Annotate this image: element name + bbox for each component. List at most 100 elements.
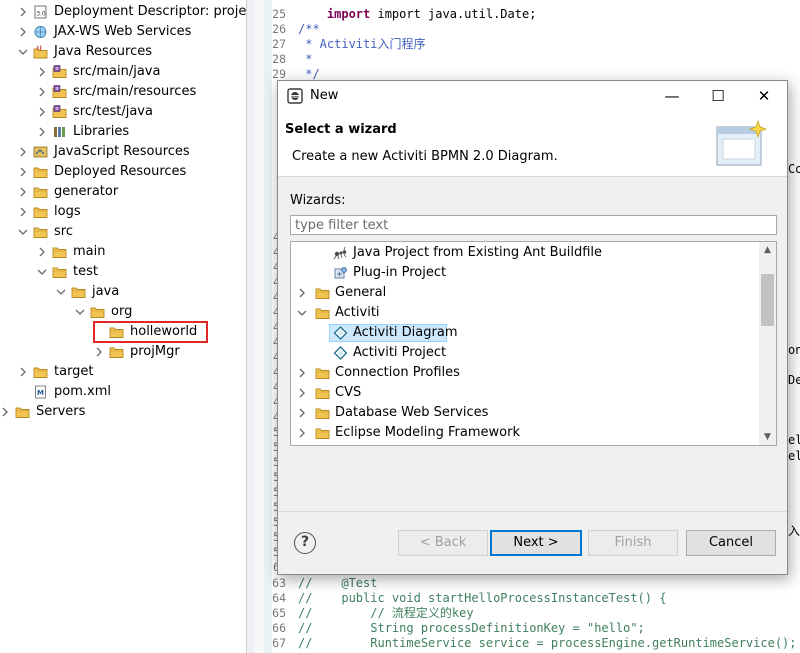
next-button[interactable]: Next > bbox=[490, 530, 582, 556]
wizard-item-activiti-diagram[interactable]: Activiti Diagram bbox=[291, 323, 759, 343]
chevron-right-icon[interactable] bbox=[18, 22, 30, 42]
wizard-item-activiti[interactable]: Activiti bbox=[291, 303, 759, 323]
scroll-down-arrow-icon[interactable]: ▼ bbox=[759, 429, 776, 445]
line-number: 67 bbox=[272, 636, 286, 650]
dialog-button-bar: ? < Back Next > Finish Cancel bbox=[278, 511, 787, 574]
chevron-right-icon[interactable] bbox=[18, 142, 30, 162]
explorer-item-src-test-java[interactable]: src/test/java bbox=[0, 102, 246, 122]
folder-icon bbox=[315, 406, 330, 420]
explorer-item-label: test bbox=[73, 264, 98, 279]
explorer-item-src-main-resources[interactable]: src/main/resources bbox=[0, 82, 246, 102]
chevron-down-icon[interactable] bbox=[18, 42, 30, 62]
chevron-right-icon[interactable] bbox=[18, 2, 30, 22]
explorer-item-src-main-java[interactable]: src/main/java bbox=[0, 62, 246, 82]
wizard-tree[interactable]: Java Project from Existing Ant Buildfile… bbox=[290, 241, 777, 446]
explorer-item-deployed-resources[interactable]: Deployed Resources bbox=[0, 162, 246, 182]
chevron-right-icon[interactable] bbox=[18, 182, 30, 202]
wizard-item-eclipse-modeling-framework[interactable]: Eclipse Modeling Framework bbox=[291, 423, 759, 443]
wizard-item-label: CVS bbox=[335, 385, 362, 400]
explorer-item-label: JAX-WS Web Services bbox=[54, 24, 192, 39]
close-button[interactable]: ✕ bbox=[741, 81, 787, 111]
wizard-filter-input[interactable] bbox=[290, 215, 777, 235]
source-folder-icon bbox=[52, 65, 67, 79]
code-line: 67 // RuntimeService service = processEng… bbox=[254, 636, 796, 651]
explorer-item-java-resources[interactable]: Java Resources bbox=[0, 42, 246, 62]
wizard-item-database-web-services[interactable]: Database Web Services bbox=[291, 403, 759, 423]
wizard-tree-scrollbar[interactable]: ▲ ▼ bbox=[759, 242, 776, 445]
wizard-item-label: Activiti bbox=[335, 305, 380, 320]
explorer-item-org[interactable]: org bbox=[0, 302, 246, 322]
chevron-down-icon[interactable] bbox=[297, 303, 309, 323]
explorer-item-label: java bbox=[92, 284, 120, 299]
explorer-item-target[interactable]: target bbox=[0, 362, 246, 382]
code-fragment: el bbox=[788, 433, 800, 447]
chevron-down-icon[interactable] bbox=[75, 302, 87, 322]
wizard-item-plug-in-project[interactable]: Plug-in Project bbox=[291, 263, 759, 283]
folder-icon bbox=[90, 305, 105, 319]
folder-icon bbox=[109, 345, 124, 359]
code-line: 25 bbox=[254, 7, 794, 22]
help-button[interactable]: ? bbox=[294, 532, 316, 554]
wizard-item-activiti-project[interactable]: Activiti Project bbox=[291, 343, 759, 363]
maximize-button[interactable]: ☐ bbox=[695, 81, 741, 111]
chevron-right-icon[interactable] bbox=[297, 283, 309, 303]
wizard-item-label: Connection Profiles bbox=[335, 365, 460, 380]
explorer-item-main[interactable]: main bbox=[0, 242, 246, 262]
wizards-label: Wizards: bbox=[290, 193, 346, 208]
project-explorer: 3.0 Deployment Descriptor: projectM JAX-WS… bbox=[0, 0, 246, 653]
code-line: 27 * Activiti入门程序 bbox=[254, 37, 794, 52]
explorer-item-deployment-descriptor-projectm[interactable]: 3.0 Deployment Descriptor: projectM bbox=[0, 2, 246, 22]
chevron-right-icon[interactable] bbox=[37, 82, 49, 102]
explorer-item-pom-xml[interactable]: Mpom.xml bbox=[0, 382, 246, 402]
libraries-icon bbox=[52, 125, 67, 139]
explorer-item-label: Java Resources bbox=[54, 44, 152, 59]
explorer-item-libraries[interactable]: Libraries bbox=[0, 122, 246, 142]
chevron-right-icon[interactable] bbox=[37, 122, 49, 142]
chevron-down-icon[interactable] bbox=[37, 262, 49, 282]
scrollbar-thumb[interactable] bbox=[761, 274, 774, 326]
chevron-right-icon[interactable] bbox=[37, 102, 49, 122]
explorer-item-java[interactable]: java bbox=[0, 282, 246, 302]
back-button[interactable]: < Back bbox=[398, 530, 488, 556]
chevron-down-icon[interactable] bbox=[18, 222, 30, 242]
minimize-button[interactable]: — bbox=[649, 81, 695, 111]
explorer-item-generator[interactable]: generator bbox=[0, 182, 246, 202]
scroll-up-arrow-icon[interactable]: ▲ bbox=[759, 242, 776, 258]
line-number: 26 bbox=[272, 22, 286, 36]
wizard-item-general[interactable]: General bbox=[291, 283, 759, 303]
explorer-item-logs[interactable]: logs bbox=[0, 202, 246, 222]
explorer-item-label: src/main/java bbox=[73, 64, 161, 79]
explorer-editor-sash[interactable] bbox=[246, 0, 254, 653]
chevron-right-icon[interactable] bbox=[18, 362, 30, 382]
finish-button[interactable]: Finish bbox=[588, 530, 678, 556]
dialog-titlebar[interactable]: New — ☐ ✕ bbox=[278, 81, 787, 111]
chevron-right-icon[interactable] bbox=[37, 242, 49, 262]
chevron-right-icon[interactable] bbox=[37, 62, 49, 82]
code-line: 63 // @Test bbox=[254, 576, 794, 591]
wizard-item-connection-profiles[interactable]: Connection Profiles bbox=[291, 363, 759, 383]
chevron-right-icon[interactable] bbox=[297, 363, 309, 383]
explorer-item-holleworld[interactable]: holleworld bbox=[0, 321, 246, 343]
chevron-right-icon[interactable] bbox=[297, 423, 309, 443]
svg-text:3.0: 3.0 bbox=[36, 11, 46, 18]
new-wizard-banner-icon bbox=[714, 119, 770, 171]
explorer-item-servers[interactable]: Servers bbox=[0, 402, 246, 422]
cancel-button[interactable]: Cancel bbox=[686, 530, 776, 556]
explorer-item-jax-ws-web-services[interactable]: JAX-WS Web Services bbox=[0, 22, 246, 42]
folder-icon bbox=[315, 426, 330, 440]
folder-icon bbox=[315, 386, 330, 400]
chevron-right-icon[interactable] bbox=[297, 383, 309, 403]
wizard-item-cvs[interactable]: CVS bbox=[291, 383, 759, 403]
explorer-item-projmgr[interactable]: projMgr bbox=[0, 342, 246, 362]
chevron-right-icon[interactable] bbox=[0, 402, 12, 422]
chevron-down-icon[interactable] bbox=[56, 282, 68, 302]
chevron-right-icon[interactable] bbox=[18, 162, 30, 182]
chevron-right-icon[interactable] bbox=[297, 403, 309, 423]
code-line: 64 // public void startHelloProcessInstan… bbox=[254, 591, 794, 606]
explorer-item-test[interactable]: test bbox=[0, 262, 246, 282]
chevron-right-icon[interactable] bbox=[18, 202, 30, 222]
wizard-item-java-project-from-existing-ant-buildfile[interactable]: Java Project from Existing Ant Buildfile bbox=[291, 243, 759, 263]
explorer-item-src[interactable]: src bbox=[0, 222, 246, 242]
chevron-right-icon[interactable] bbox=[94, 342, 106, 362]
explorer-item-javascript-resources[interactable]: JavaScript Resources bbox=[0, 142, 246, 162]
